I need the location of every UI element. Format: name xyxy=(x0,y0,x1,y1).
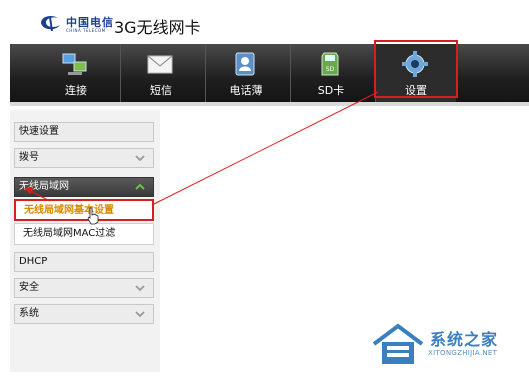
sidebar-item-wlan-mac-filter[interactable]: 无线局域网MAC过滤 xyxy=(14,223,154,245)
sidebar-item-dialup[interactable]: 拨号 xyxy=(14,148,154,168)
tab-sms-label: 短信 xyxy=(150,84,172,97)
contacts-icon xyxy=(235,52,255,76)
sidebar-item-dhcp[interactable]: DHCP xyxy=(14,252,154,272)
tab-sms[interactable]: 短信 xyxy=(121,44,201,102)
tab-connect-label: 连接 xyxy=(65,84,87,97)
sidebar-item-label: 无线局域网 xyxy=(19,181,69,192)
chevron-down-icon xyxy=(135,311,145,318)
svg-text:SD: SD xyxy=(326,66,335,73)
hand-cursor-icon xyxy=(87,207,99,225)
chevron-down-icon xyxy=(135,155,145,162)
sidebar-item-wlan-basic-settings[interactable]: 无线局域网基本设置 xyxy=(14,199,154,221)
connect-icon xyxy=(62,53,87,75)
chevron-down-icon xyxy=(135,285,145,292)
sidebar-group-wlan[interactable]: 无线局域网 xyxy=(14,177,154,197)
china-telecom-logo-icon xyxy=(41,15,60,32)
tab-sd-card-label: SD卡 xyxy=(317,84,345,97)
sidebar-item-label: 快速设置 xyxy=(19,126,59,137)
sidebar-item-system[interactable]: 系统 xyxy=(14,304,154,324)
sidebar-item-label: 无线局域网MAC过滤 xyxy=(23,228,116,239)
settings-tab-highlight-box xyxy=(374,40,458,98)
watermark-text: 系统之家 xyxy=(430,330,499,349)
chevron-up-icon xyxy=(135,183,145,190)
tab-contacts-label: 电话薄 xyxy=(229,84,263,97)
toolbar-divider xyxy=(10,102,529,106)
sidebar-item-quick-setup[interactable]: 快速设置 xyxy=(14,122,154,142)
watermark-url: XITONGZHIJIA.NET xyxy=(428,349,498,357)
tab-connect[interactable]: 连接 xyxy=(36,44,116,102)
brand-name-en: CHINA TELECOM xyxy=(66,28,106,33)
sd-card-icon: SD xyxy=(321,52,339,76)
sidebar-item-label: 系统 xyxy=(19,308,39,319)
sidebar-item-label: DHCP xyxy=(19,256,48,267)
sidebar-item-security[interactable]: 安全 xyxy=(14,278,154,298)
sidebar-item-label: 安全 xyxy=(19,282,39,293)
tab-contacts[interactable]: 电话薄 xyxy=(206,44,286,102)
product-title: 3G无线网卡 xyxy=(114,18,201,37)
tab-sd-card[interactable]: SD SD卡 xyxy=(291,44,371,102)
envelope-icon xyxy=(147,55,173,74)
watermark-logo-icon xyxy=(372,323,424,364)
sidebar-item-label: 拨号 xyxy=(19,152,39,163)
sidebar-item-label: 无线局域网基本设置 xyxy=(24,205,114,216)
